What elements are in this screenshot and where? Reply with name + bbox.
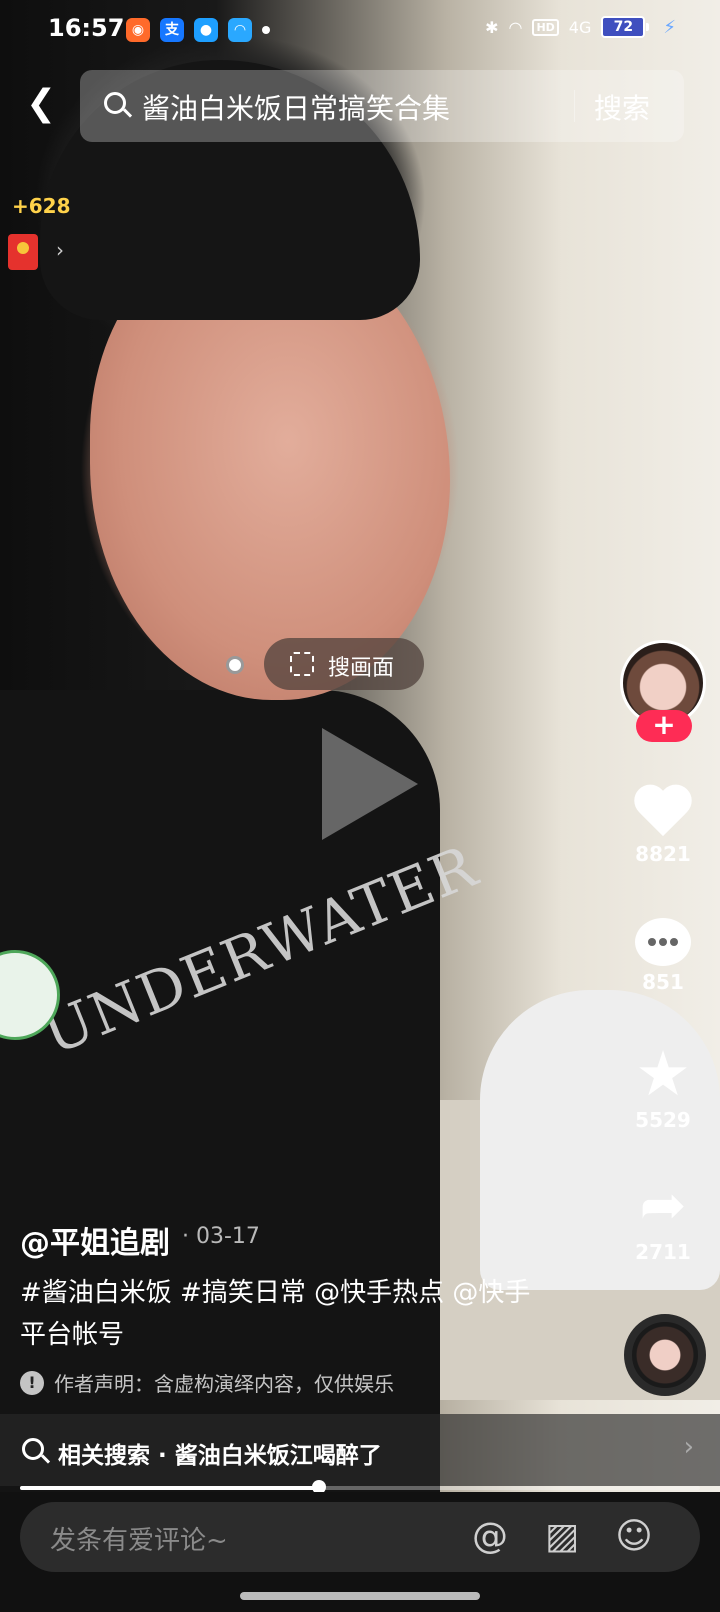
more-notifications-icon [262,26,270,34]
post-description[interactable]: #酱油白米饭 #搞笑日常 @快手热点 @快手平台帐号 [20,1272,540,1356]
comment-bar: 发条有爱评论~ @ ▨ ☺ [0,1492,720,1612]
like-button[interactable]: 8821 [620,786,706,866]
app-notification-icon: ◉ [126,18,150,42]
alipay-icon: 支 [160,18,184,42]
like-count: 8821 [635,842,691,866]
status-bar: 16:57 ◉ 支 ● ◠ ✱ ◠ HD 4G 72 ⚡ [0,0,720,62]
chevron-right-icon: › [56,238,64,262]
charging-icon: ⚡ [663,16,676,38]
comment-button[interactable]: 851 [620,918,706,994]
comment-placeholder: 发条有爱评论~ [50,1526,228,1556]
favorite-count: 5529 [635,1108,691,1132]
share-arrow-icon: ➦ [639,1173,687,1238]
video-progress-fill [20,1486,320,1490]
bluetooth-icon: ✱ [485,17,499,37]
qq-icon: ● [194,18,218,42]
author-disclaimer: ! 作者声明：含虚构演绎内容，仅供娱乐 [20,1368,394,1397]
exclamation-icon: ! [20,1370,44,1395]
share-button[interactable]: ➦ 2711 [620,1173,706,1265]
browser-icon: ◠ [228,18,252,42]
status-indicators: ✱ ◠ HD 4G 72 ⚡ [485,16,676,38]
play-icon[interactable] [322,728,418,840]
home-indicator [240,1592,480,1600]
battery-icon: 72 [601,16,650,38]
back-chevron-icon[interactable]: ❮ [26,86,56,126]
search-frame-label: 搜画面 [328,656,395,681]
reward-points: +628 [12,194,71,218]
share-count: 2711 [635,1240,691,1264]
notification-icons: ◉ 支 ● ◠ [126,18,270,42]
heart-icon [634,786,692,838]
status-time: 16:57 [48,14,125,42]
follow-button[interactable]: + [636,710,692,742]
search-query[interactable]: 酱油白米饭日常搞笑合集 [142,87,450,127]
battery-tip [646,23,650,31]
related-search-text: 相关搜索 · 酱油白米饭江喝醉了 [58,1443,382,1469]
author-name[interactable]: @平姐追剧 [20,1218,170,1262]
comment-input[interactable]: 发条有爱评论~ @ ▨ ☺ [20,1502,700,1572]
search-icon [104,92,126,114]
search-bar[interactable]: 酱油白米饭日常搞笑合集 搜索 [80,70,684,142]
recording-dot-icon [226,656,244,674]
star-icon: ★ [635,1037,691,1110]
search-button[interactable]: 搜索 [594,87,650,127]
scan-icon [290,652,314,676]
favorite-button[interactable]: ★ 5529 [620,1037,706,1133]
search-frame-button[interactable]: 搜画面 [264,638,424,690]
image-icon[interactable]: ▨ [540,1516,584,1560]
smiley-icon[interactable]: ☺ [612,1516,656,1560]
hd-icon: HD [532,18,559,36]
video-progress-bar[interactable] [20,1480,700,1494]
search-icon [22,1438,44,1460]
red-packet-icon [8,234,38,270]
disclaimer-text: 作者声明：含虚构演绎内容，仅供娱乐 [54,1372,394,1396]
chevron-right-icon: › [683,1432,694,1462]
comment-bubble-icon [635,918,691,966]
signal-label: 4G [568,17,592,37]
music-disc[interactable] [624,1314,706,1396]
post-date: · 03-17 [182,1224,260,1249]
at-sign-icon[interactable]: @ [468,1516,512,1560]
battery-level: 72 [601,16,646,38]
comment-count: 851 [642,970,684,994]
wifi-icon: ◠ [508,17,523,37]
reward-widget[interactable]: +628 › [0,188,72,288]
search-divider [574,90,575,122]
related-search-bar[interactable]: 相关搜索 · 酱油白米饭江喝醉了 › [0,1414,720,1486]
